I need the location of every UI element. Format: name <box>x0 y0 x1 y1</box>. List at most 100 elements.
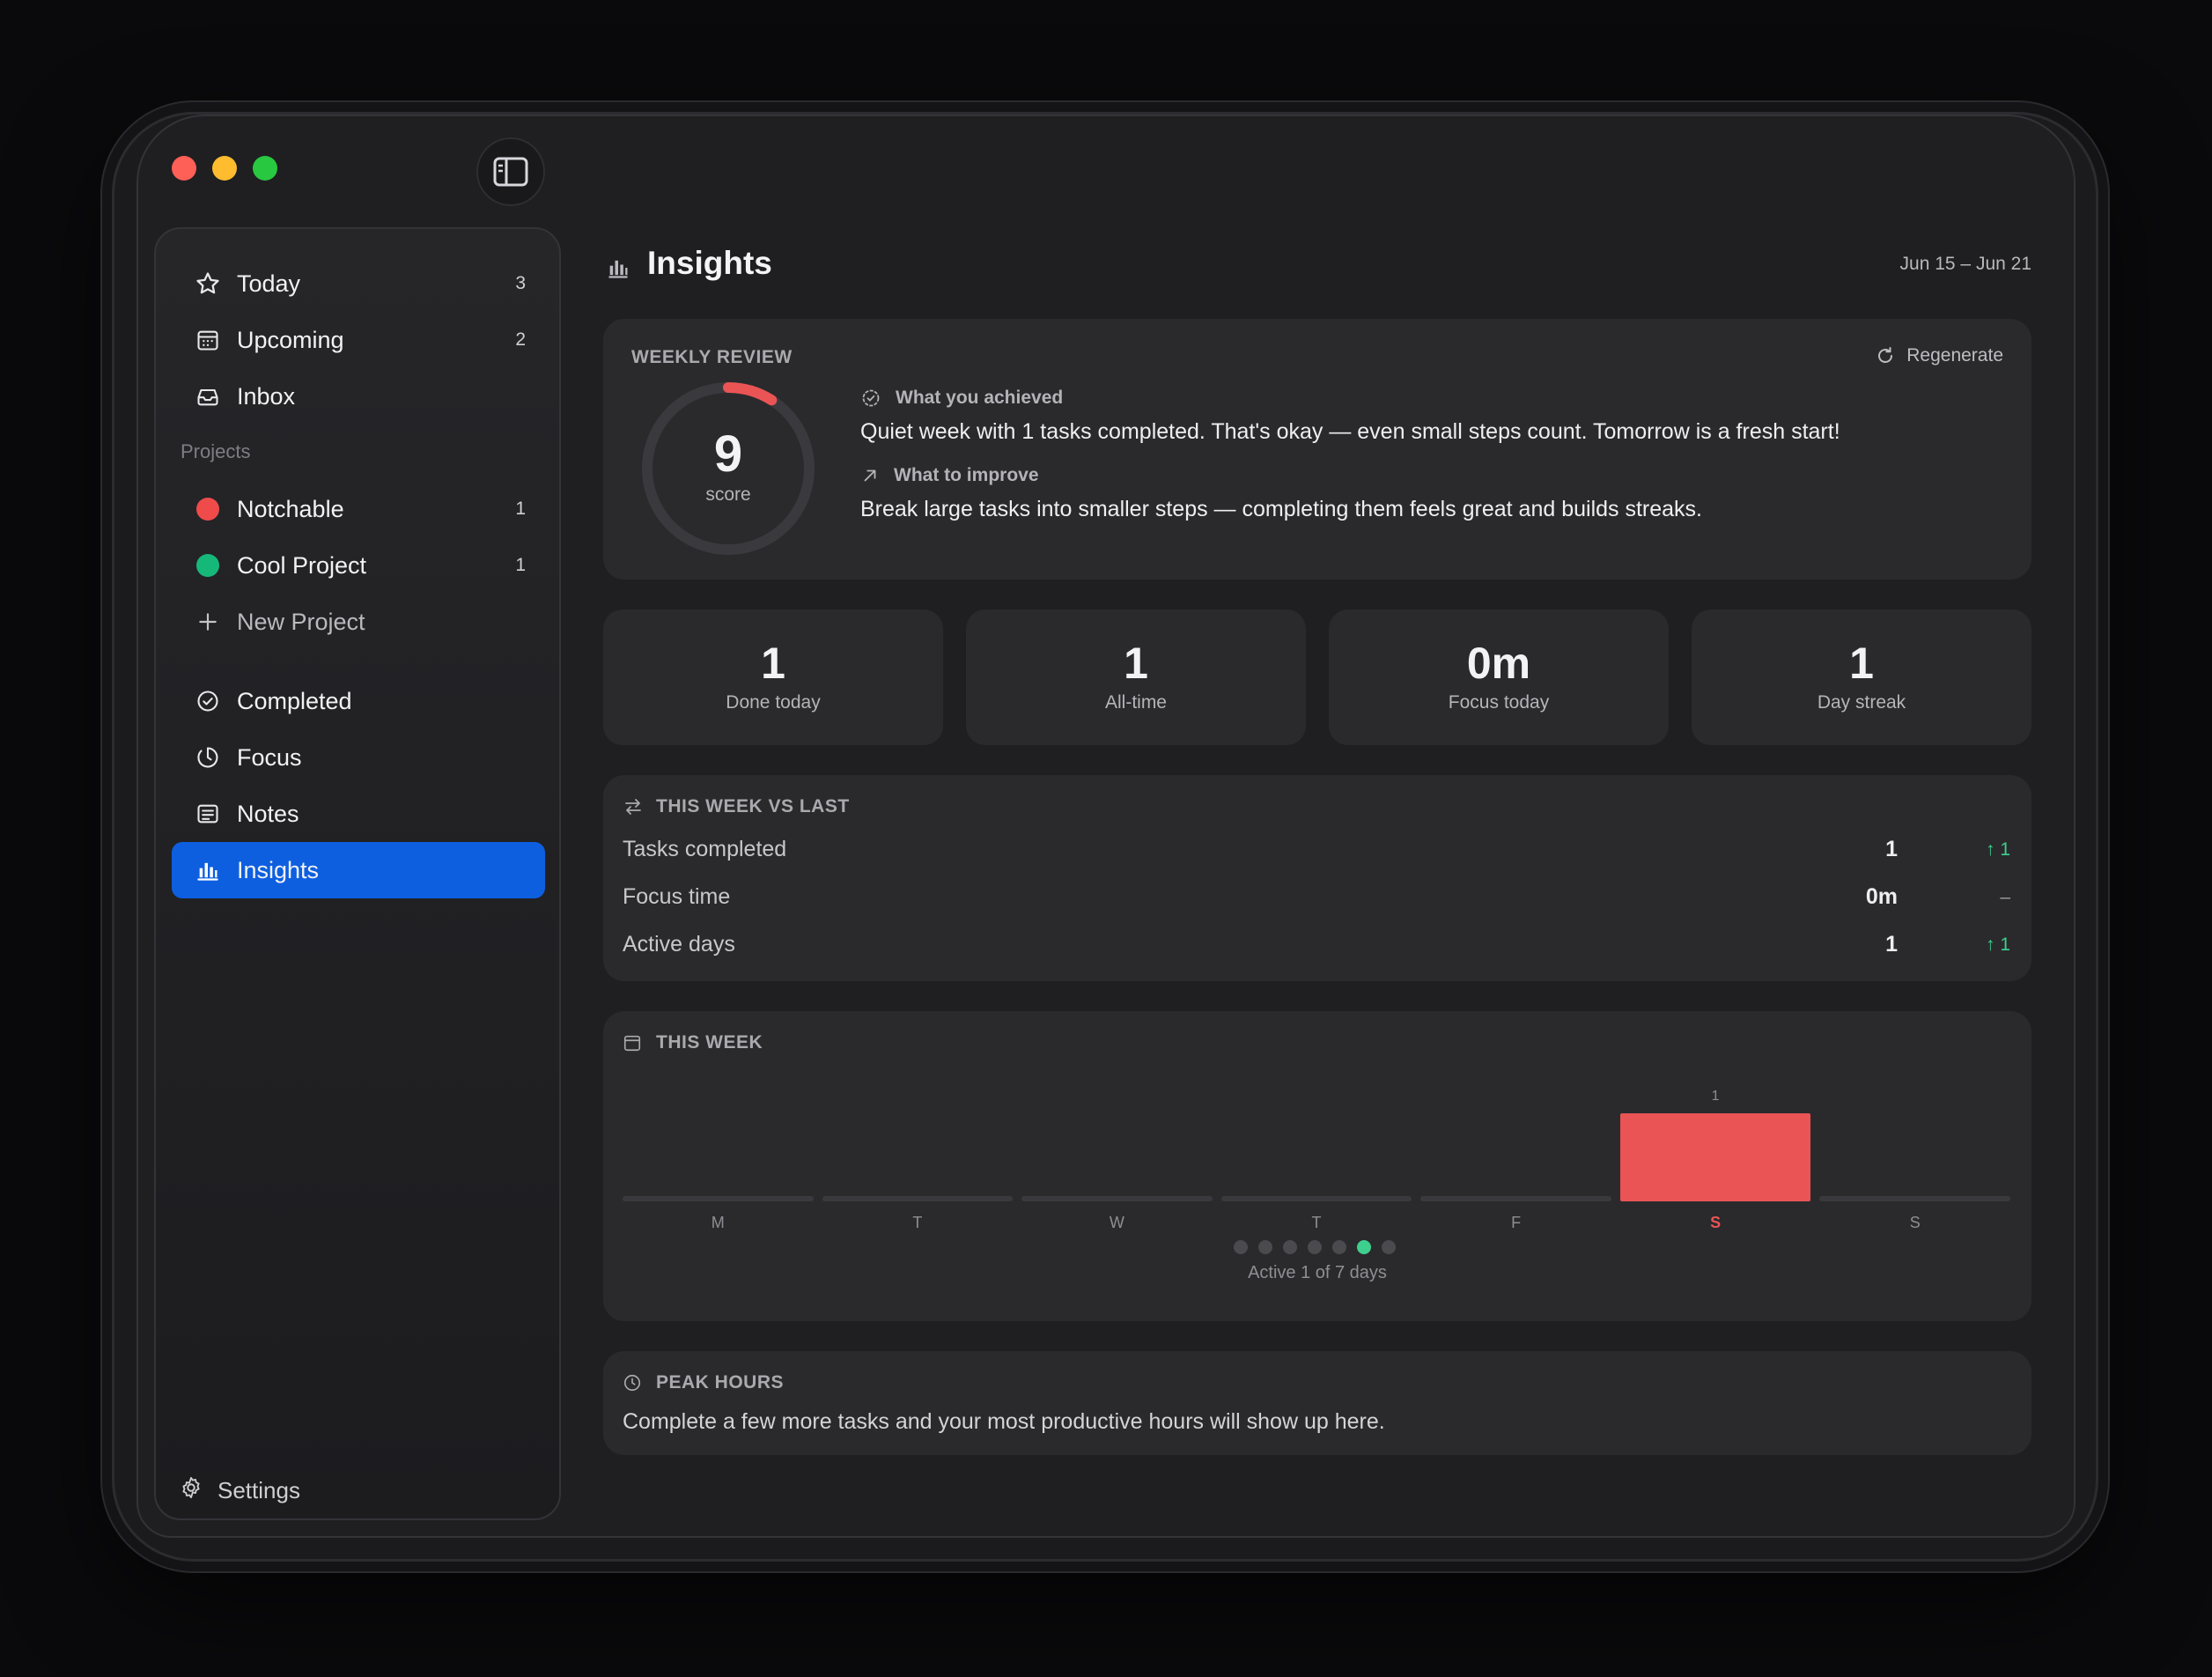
this-week-heading: THIS WEEK <box>623 1032 763 1053</box>
achieved-heading: What you achieved <box>860 388 1063 409</box>
achieved-title: What you achieved <box>896 388 1064 408</box>
comparison-delta: ↑ 1 <box>1985 935 2010 955</box>
sidebar-item-notes[interactable]: Notes <box>172 786 545 842</box>
minimize-window-button[interactable] <box>212 156 237 181</box>
week-comparison-card: THIS WEEK VS LAST Tasks completed 1 ↑ 1 … <box>603 775 2031 981</box>
star-icon <box>193 269 223 299</box>
stat-value: 1 <box>761 639 785 688</box>
stat-label: Focus today <box>1448 692 1550 713</box>
gear-icon <box>179 1475 203 1506</box>
comparison-label: Active days <box>623 932 735 957</box>
sidebar: Today 3 Upcoming 2 Inbox Projects Notcha… <box>154 227 561 1520</box>
active-day-dot <box>1308 1240 1322 1254</box>
sidebar-item-project-cool[interactable]: Cool Project 1 <box>172 537 545 594</box>
comparison-title: THIS WEEK VS LAST <box>656 796 850 816</box>
settings-button[interactable]: Settings <box>179 1475 300 1506</box>
stat-value: 0m <box>1466 639 1531 688</box>
stat-value: 1 <box>1849 639 1874 688</box>
sidebar-item-inbox[interactable]: Inbox <box>172 368 545 425</box>
projects-section-label: Projects <box>181 440 251 462</box>
comparison-delta: ↑ 1 <box>1985 839 2010 860</box>
project-color-dot <box>196 554 219 577</box>
sidebar-item-completed[interactable]: Completed <box>172 673 545 729</box>
notes-icon <box>193 799 223 829</box>
this-week-title: THIS WEEK <box>656 1032 763 1053</box>
timer-icon <box>193 742 223 772</box>
stat-label: Day streak <box>1817 692 1906 713</box>
improve-heading: What to improve <box>860 465 1039 486</box>
active-days-dots <box>1234 1240 1396 1254</box>
active-days-text: Active 1 of 7 days <box>1248 1263 1387 1282</box>
comparison-row: Active days 1 ↑ 1 <box>623 932 2010 967</box>
chart-tick-label: T <box>1311 1214 1322 1231</box>
score-label: score <box>705 484 751 505</box>
sidebar-item-project-notchable[interactable]: Notchable 1 <box>172 481 545 537</box>
comparison-value: 1 <box>1885 837 1898 861</box>
peak-hours-heading: PEAK HOURS <box>623 1372 784 1393</box>
sidebar-item-label: Today <box>237 270 301 297</box>
stat-label: All-time <box>1104 692 1167 713</box>
weekly-review-label: WEEKLY REVIEW <box>631 347 793 367</box>
chart-tick-label: S <box>1710 1214 1722 1231</box>
chart-bar <box>1819 1196 2010 1201</box>
chart-tick-label: W <box>1109 1214 1124 1231</box>
app-window: Today 3 Upcoming 2 Inbox Projects Notcha… <box>136 115 2076 1538</box>
comparison-delta: – <box>2000 887 2010 907</box>
sidebar-item-today[interactable]: Today 3 <box>172 255 545 312</box>
sidebar-toggle-icon <box>493 157 528 187</box>
comparison-label: Focus time <box>623 884 731 909</box>
stat-card-all-time: 1 All-time <box>966 609 1306 745</box>
peak-hours-text: Complete a few more tasks and your most … <box>623 1409 1385 1434</box>
sidebar-item-label: Notes <box>237 800 299 827</box>
zoom-window-button[interactable] <box>253 156 277 181</box>
stat-card-done-today: 1 Done today <box>603 609 943 745</box>
close-window-button[interactable] <box>172 156 196 181</box>
clock-icon <box>623 1374 641 1392</box>
sidebar-item-insights[interactable]: Insights <box>172 842 545 898</box>
sidebar-item-label: Notchable <box>237 495 344 522</box>
sidebar-item-focus[interactable]: Focus <box>172 729 545 786</box>
sidebar-toggle-button[interactable] <box>476 137 545 206</box>
sidebar-item-count: 3 <box>515 273 526 293</box>
calendar-icon <box>623 1035 641 1052</box>
peak-hours-card: PEAK HOURS Complete a few more tasks and… <box>603 1351 2031 1455</box>
date-range: Jun 15 – Jun 21 <box>1899 254 2031 274</box>
page-header: Insights Jun 15 – Jun 21 <box>603 240 2031 292</box>
sidebar-item-upcoming[interactable]: Upcoming 2 <box>172 312 545 368</box>
improve-title: What to improve <box>894 465 1039 485</box>
sidebar-item-label: Upcoming <box>237 326 344 353</box>
active-day-dot <box>1382 1240 1396 1254</box>
chart-bar <box>1220 1196 1412 1201</box>
score-value: 9 <box>713 425 743 483</box>
sidebar-item-count: 1 <box>515 499 526 519</box>
active-day-dot <box>1258 1240 1272 1254</box>
comparison-heading: THIS WEEK VS LAST <box>623 796 850 817</box>
new-project-button[interactable]: New Project <box>172 594 545 650</box>
swap-arrows-icon <box>625 799 641 815</box>
sidebar-item-label: Cool Project <box>237 551 367 579</box>
sidebar-item-count: 1 <box>515 555 526 575</box>
badge-check-icon <box>862 389 880 407</box>
main-content: Insights Jun 15 – Jun 21 WEEKLY REVIEW R… <box>603 116 2074 1536</box>
week-bar-chart: M T W T F 1 S S <box>623 1073 2010 1240</box>
plus-icon <box>193 607 223 637</box>
regenerate-button[interactable]: Regenerate <box>1875 345 2003 366</box>
arrow-up-right-icon <box>864 469 876 482</box>
stat-card-day-streak: 1 Day streak <box>1692 609 2031 745</box>
chart-bar <box>1420 1196 1611 1201</box>
project-color-dot <box>196 498 219 521</box>
active-day-dot <box>1357 1240 1371 1254</box>
chart-tick-label: M <box>711 1214 725 1231</box>
active-day-dot <box>1332 1240 1346 1254</box>
page-title: Insights <box>647 245 772 281</box>
improve-text: Break large tasks into smaller steps — c… <box>860 497 1702 521</box>
chart-tick-label: S <box>1909 1214 1921 1231</box>
achieved-text: Quiet week with 1 tasks completed. That'… <box>860 419 1840 444</box>
sidebar-item-label: Completed <box>237 687 352 714</box>
chart-bar <box>1619 1113 1811 1201</box>
score-ring: 9 score <box>638 379 818 558</box>
sidebar-item-label: Inbox <box>237 382 296 410</box>
settings-label: Settings <box>218 1477 300 1503</box>
comparison-label: Tasks completed <box>623 837 787 861</box>
insights-icon <box>608 260 628 278</box>
